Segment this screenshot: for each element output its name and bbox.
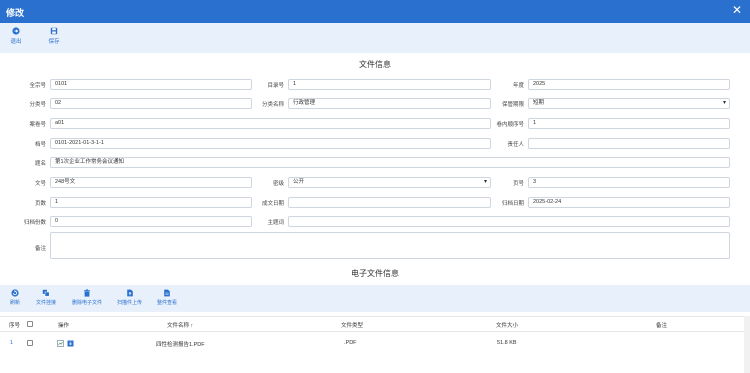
main-toolbar: 退出 保存 (0, 23, 750, 53)
label-chengwenriqi: 成文日期 (261, 201, 284, 207)
label-zerenren: 责任人 (507, 142, 524, 148)
row-index: 1 (10, 340, 14, 346)
files-table-header: 序号 操作 文件名称 ↑ 文件类型 文件大小 备注 (0, 316, 750, 332)
miji-select[interactable]: 公开 ▾ (288, 177, 491, 188)
zhutici-field[interactable] (288, 216, 730, 227)
label-fenleihao: 分类号 (29, 102, 46, 108)
document-icon (164, 289, 170, 297)
col-action: 操作 (58, 323, 70, 329)
label-juanneishunxuhao: 卷内顺序号 (496, 122, 524, 128)
zerenren-field[interactable] (528, 138, 730, 149)
dialog-titlebar: 修改 ✕ (0, 0, 750, 23)
save-label: 保存 (48, 39, 60, 45)
baoguanqixian-select[interactable]: 短期 ▾ (528, 98, 730, 109)
anjuanhao-field[interactable]: a01 (50, 118, 491, 129)
vertical-scrollbar[interactable] (744, 316, 750, 373)
muluhao-field[interactable]: 1 (288, 79, 491, 90)
niandu-field[interactable]: 2025 (528, 79, 730, 90)
quanzonghao-field[interactable]: 0101 (50, 79, 252, 90)
beizhu-textarea[interactable] (50, 232, 730, 259)
view-all-button[interactable]: 整件查看 (157, 289, 177, 306)
upload-icon (126, 289, 133, 297)
refresh-label: 刷新 (10, 300, 21, 306)
fenleimingcheng-field[interactable]: 行政管理 (288, 98, 491, 109)
row-checkbox[interactable] (27, 340, 33, 346)
chevron-down-icon: ▾ (722, 100, 726, 106)
close-icon[interactable]: ✕ (730, 3, 744, 17)
refresh-icon (11, 289, 19, 297)
yeshu-field[interactable]: 1 (50, 197, 252, 208)
baoguanqixian-value: 短期 (533, 100, 545, 106)
label-quanzonghao: 全宗号 (29, 83, 46, 89)
save-button[interactable]: 保存 (41, 27, 67, 45)
electronic-info-title: 电子文件信息 (351, 269, 399, 278)
select-all-checkbox[interactable] (27, 321, 33, 327)
label-miji: 密级 (272, 181, 284, 187)
danghao-field[interactable]: 0101-2021-01-3-1-1 (50, 138, 491, 149)
guidangriqi-field[interactable]: 2025-02-24 (528, 197, 730, 208)
refresh-button[interactable]: 刷新 (10, 289, 20, 306)
preview-icon[interactable] (57, 340, 64, 347)
download-icon[interactable] (67, 340, 74, 347)
col-note: 备注 (656, 323, 668, 329)
label-niandu: 年度 (512, 83, 524, 89)
juanneishunxuhao-field[interactable]: 1 (528, 118, 730, 129)
view-all-label: 整件查看 (157, 300, 178, 306)
exit-icon (12, 27, 20, 35)
file-size: 51.8 KB (497, 340, 517, 346)
attach-label: 文件挂接 (36, 300, 57, 306)
delete-electronic-button[interactable]: 删除电子文件 (72, 289, 102, 306)
col-type: 文件类型 (341, 323, 364, 329)
label-beizhu: 备注 (34, 246, 46, 252)
col-index: 序号 (9, 323, 21, 329)
timing-field[interactable]: 第1次企业工作常务会议通知 (50, 157, 730, 168)
exit-label: 退出 (10, 39, 22, 45)
label-muluhao: 目录号 (267, 83, 284, 89)
col-size: 文件大小 (496, 323, 519, 329)
chengwenriqi-field[interactable] (288, 197, 491, 208)
file-name: 四性检测报告1.PDF (156, 342, 205, 348)
col-name[interactable]: 文件名称 ↑ (167, 321, 193, 329)
save-icon (50, 27, 58, 35)
fenleihao-field[interactable]: 02 (50, 98, 252, 109)
label-danghao: 档号 (34, 142, 46, 148)
file-type: .PDF (344, 340, 357, 346)
label-fenleimingcheng: 分类名称 (261, 102, 284, 108)
label-anjuanhao: 案卷号 (29, 122, 46, 128)
electronic-toolbar: 刷新 文件挂接 删除电子文件 扫描件上传 整件查看 (0, 285, 750, 312)
scan-upload-label: 扫描件上传 (117, 300, 143, 306)
label-guidangfenshu: 归档份数 (23, 220, 46, 226)
dialog-title: 修改 (6, 8, 25, 18)
file-info-title: 文件信息 (359, 60, 391, 69)
label-guidangriqi: 归档日期 (501, 201, 524, 207)
label-yehao: 页号 (512, 181, 524, 187)
attach-button[interactable]: 文件挂接 (36, 289, 56, 306)
label-zhutici: 主题词 (267, 220, 284, 226)
wenhao-field[interactable]: 248号文 (50, 177, 252, 188)
label-timing: 题名 (34, 161, 46, 167)
label-wenhao: 文号 (34, 181, 46, 187)
yehao-field[interactable]: 3 (528, 177, 730, 188)
attach-icon (42, 289, 50, 297)
scan-upload-button[interactable]: 扫描件上传 (117, 289, 142, 306)
guidangfenshu-field[interactable]: 0 (50, 216, 252, 227)
table-row: 1 四性检测报告1.PDF .PDF 51.8 KB (0, 334, 750, 352)
miji-value: 公开 (293, 179, 305, 185)
exit-button[interactable]: 退出 (3, 27, 29, 45)
label-baoguanqixian: 保管期限 (501, 102, 524, 108)
delete-electronic-label: 删除电子文件 (72, 300, 103, 306)
trash-icon (84, 289, 90, 297)
label-yeshu: 页数 (34, 201, 46, 207)
